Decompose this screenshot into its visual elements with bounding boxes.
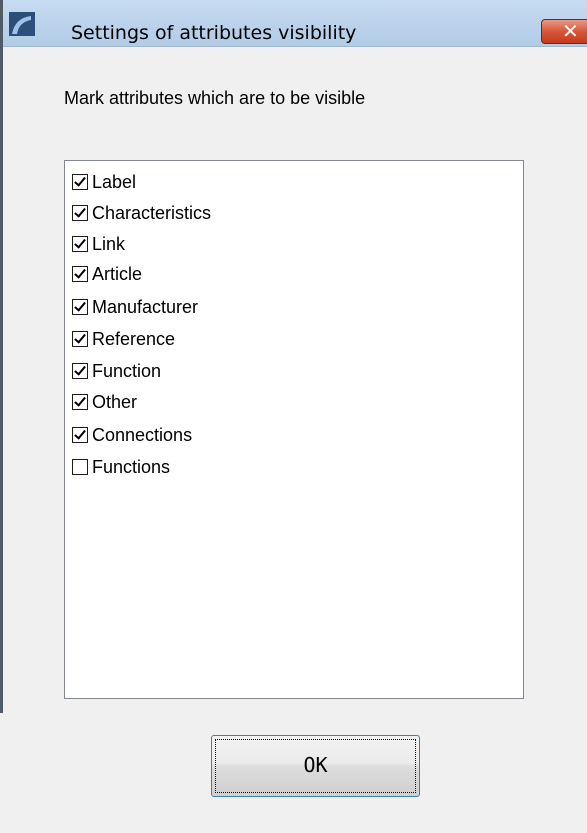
checkbox[interactable] (72, 427, 88, 443)
checkbox[interactable] (72, 331, 88, 347)
ok-button[interactable]: OK (211, 735, 420, 797)
checkbox[interactable] (72, 363, 88, 379)
attribute-label: Connections (92, 424, 193, 445)
attribute-label: Label (92, 171, 137, 192)
ok-label: OK (303, 753, 328, 777)
attribute-label: Characteristics (92, 202, 212, 223)
attribute-label: Article (92, 263, 143, 284)
checkbox[interactable] (72, 174, 88, 190)
checkbox[interactable] (72, 205, 88, 221)
app-icon (9, 12, 35, 36)
attribute-item-functions[interactable]: Functions (72, 455, 170, 479)
attribute-label: Function (92, 360, 162, 381)
checkbox[interactable] (72, 266, 88, 282)
attribute-label: Functions (92, 456, 171, 477)
attribute-item-other[interactable]: Other (72, 390, 137, 414)
title-bar[interactable]: Settings of attributes visibility (3, 0, 587, 47)
checkbox[interactable] (72, 459, 88, 475)
settings-dialog: Settings of attributes visibility ✕ Mark… (0, 0, 587, 833)
window-title: Settings of attributes visibility (71, 22, 357, 44)
close-button[interactable]: ✕ (541, 19, 587, 44)
attribute-label: Link (92, 233, 126, 254)
attribute-item-article[interactable]: Article (72, 262, 142, 286)
attribute-label: Other (92, 391, 138, 412)
checkbox[interactable] (72, 299, 88, 315)
attribute-item-link[interactable]: Link (72, 232, 125, 256)
attribute-item-manufacturer[interactable]: Manufacturer (72, 295, 198, 319)
attributes-list[interactable]: Label Characteristics Link Article Manuf… (64, 160, 524, 699)
attribute-label: Manufacturer (92, 296, 199, 317)
checkbox[interactable] (72, 236, 88, 252)
checkbox[interactable] (72, 394, 88, 410)
close-icon: ✕ (562, 19, 579, 43)
attribute-item-connections[interactable]: Connections (72, 423, 192, 447)
attribute-item-function[interactable]: Function (72, 359, 161, 383)
attribute-item-label[interactable]: Label (72, 170, 136, 194)
attribute-label: Reference (92, 328, 176, 349)
window-edge (0, 0, 3, 713)
attribute-item-reference[interactable]: Reference (72, 327, 175, 351)
attribute-item-characteristics[interactable]: Characteristics (72, 201, 211, 225)
instruction-text: Mark attributes which are to be visible (64, 88, 366, 108)
